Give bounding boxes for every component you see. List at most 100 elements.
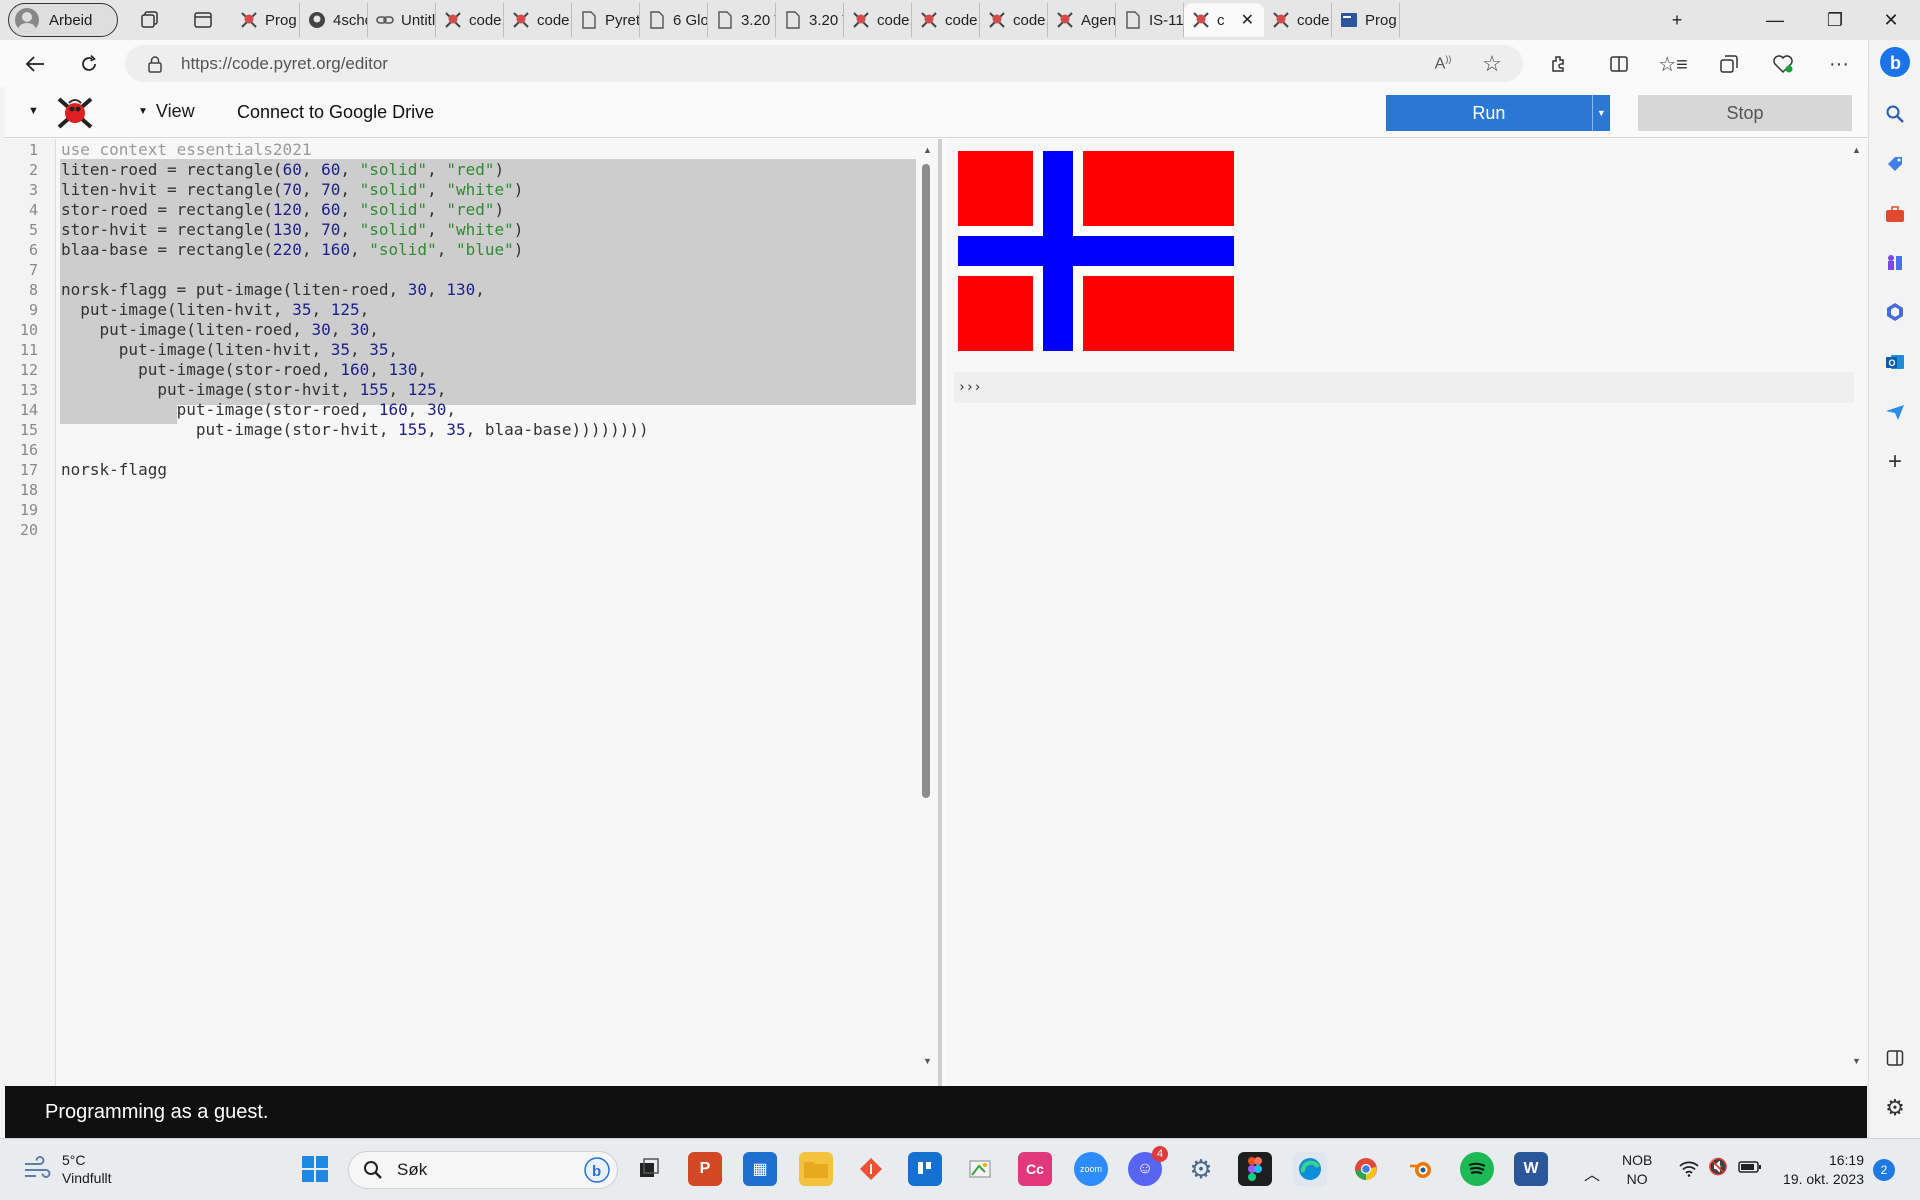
chrome-icon[interactable] (1349, 1152, 1383, 1186)
back-icon[interactable] (20, 50, 50, 78)
code-line[interactable]: put-image(stor-hvit, 155, 35, blaa-base)… (61, 420, 649, 440)
browser-tab[interactable]: IS-11- (1116, 3, 1184, 37)
scroll-up-arrow-icon[interactable]: ▲ (923, 145, 932, 155)
blender-icon[interactable] (1404, 1152, 1438, 1186)
taskbar-search[interactable]: Søk b (348, 1151, 618, 1189)
browser-tab[interactable]: Prog (232, 3, 300, 37)
url-text[interactable]: https://code.pyret.org/editor (181, 54, 388, 74)
volume-muted-icon[interactable]: 🔇 (1708, 1157, 1728, 1177)
code-line[interactable]: put-image(liten-hvit, 35, 125, (61, 300, 369, 320)
url-bar[interactable]: https://code.pyret.org/editor (125, 45, 1523, 82)
browser-tab[interactable]: code. (1264, 3, 1332, 37)
code-line[interactable]: liten-hvit = rectangle(70, 70, "solid", … (61, 180, 523, 200)
settings-gear-icon[interactable]: ⚙ (1879, 1092, 1911, 1124)
paint-icon[interactable] (963, 1152, 997, 1186)
discord-icon[interactable]: ☺ 4 (1128, 1146, 1168, 1186)
browser-tab[interactable]: Untitl (368, 3, 436, 37)
pyret-logo-icon[interactable] (55, 95, 95, 131)
stop-button[interactable]: Stop (1638, 95, 1852, 131)
repl-input[interactable]: ››› (954, 372, 1854, 403)
close-tab-icon[interactable]: ✕ (1241, 10, 1254, 30)
run-options-dropdown-icon[interactable]: ▼ (1591, 95, 1610, 131)
browser-tab[interactable]: Pyret (572, 3, 640, 37)
browser-tab[interactable]: Prog (1332, 3, 1400, 37)
send-icon[interactable] (1879, 396, 1911, 428)
menu-dropdown-icon[interactable]: ▼ (28, 105, 39, 117)
restore-icon[interactable]: ❐ (1810, 0, 1860, 40)
extensions-icon[interactable] (1544, 50, 1574, 78)
browser-tab[interactable]: code. (980, 3, 1048, 37)
more-options-icon[interactable]: ··· (1824, 50, 1854, 78)
add-sidebar-app-icon[interactable]: + (1879, 446, 1911, 478)
zoom-icon[interactable]: zoom (1074, 1152, 1108, 1186)
minimize-icon[interactable]: — (1750, 0, 1800, 40)
weather-widget[interactable]: 5°C Vindfullt (22, 1151, 112, 1187)
code-line[interactable]: norsk-flagg (61, 460, 167, 480)
code-line[interactable]: put-image(stor-hvit, 155, 125, (61, 380, 446, 400)
run-button[interactable]: Run ▼ (1386, 95, 1610, 131)
system-clock[interactable]: 16:19 19. okt. 2023 (1772, 1151, 1864, 1189)
powerpoint-icon[interactable]: P (688, 1152, 722, 1186)
battery-icon[interactable] (1738, 1160, 1762, 1179)
scroll-down-arrow-icon[interactable]: ▼ (923, 1056, 932, 1066)
tools-briefcase-icon[interactable] (1879, 198, 1911, 230)
browser-tab[interactable]: 4scho (300, 3, 368, 37)
microsoft-365-icon[interactable] (1879, 296, 1911, 328)
input-language[interactable]: NOB NO (1622, 1151, 1652, 1189)
git-icon[interactable] (854, 1152, 888, 1186)
code-editor[interactable]: 1 2 3 4 5 6 7 8 9 10 11 12 13 14 15 16 17 18 19 20 use cont… (5, 139, 942, 1086)
figma-icon[interactable] (1238, 1152, 1272, 1186)
code-line[interactable]: liten-roed = rectangle(60, 60, "solid", … (61, 160, 504, 180)
active-browser-tab[interactable]: c ✕ (1184, 3, 1264, 37)
code-line[interactable]: blaa-base = rectangle(220, 160, "solid",… (61, 240, 523, 260)
notification-badge[interactable]: 2 (1873, 1159, 1895, 1181)
windows-start-icon[interactable] (298, 1152, 332, 1186)
code-line[interactable]: put-image(stor-roed, 160, 130, (61, 360, 427, 380)
code-line[interactable]: put-image(liten-hvit, 35, 35, (61, 340, 398, 360)
wifi-icon[interactable] (1678, 1159, 1700, 1182)
browser-tab[interactable]: code. (844, 3, 912, 37)
vertical-tabs-icon[interactable] (188, 6, 218, 34)
outlook-icon[interactable]: O (1879, 346, 1911, 378)
connect-google-drive-button[interactable]: Connect to Google Drive (237, 102, 434, 123)
browser-tab[interactable]: 3.20 T (708, 3, 776, 37)
favorites-icon[interactable]: ☆≡ (1658, 50, 1688, 78)
shopping-tag-icon[interactable] (1879, 148, 1911, 180)
lock-icon[interactable] (147, 55, 163, 73)
split-screen-icon[interactable] (1604, 50, 1634, 78)
trello-icon[interactable] (908, 1152, 942, 1186)
workspaces-icon[interactable] (135, 6, 165, 34)
browser-tab[interactable]: Agen (1048, 3, 1116, 37)
code-line[interactable]: stor-hvit = rectangle(130, 70, "solid", … (61, 220, 523, 240)
search-icon[interactable] (1879, 98, 1911, 130)
code-line[interactable]: use context essentials2021 (61, 140, 311, 160)
new-tab-icon[interactable]: + (1652, 0, 1702, 40)
settings-gear-icon[interactable]: ⚙ (1184, 1152, 1218, 1186)
close-window-icon[interactable]: ✕ (1866, 0, 1916, 40)
code-line[interactable]: put-image(liten-roed, 30, 30, (61, 320, 379, 340)
editor-scrollbar-thumb[interactable] (922, 164, 930, 798)
browser-essentials-icon[interactable] (1768, 50, 1798, 78)
task-view-icon[interactable] (632, 1152, 666, 1186)
profile-button[interactable]: Arbeid (8, 3, 118, 37)
browser-tab[interactable]: code. (436, 3, 504, 37)
edge-icon[interactable] (1293, 1152, 1327, 1186)
code-line[interactable]: put-image(stor-roed, 160, 30, (61, 400, 456, 420)
word-icon[interactable]: W (1514, 1152, 1548, 1186)
browser-tab[interactable]: 6 Glo (640, 3, 708, 37)
code-line[interactable]: stor-roed = rectangle(120, 60, "solid", … (61, 200, 504, 220)
scroll-up-arrow-icon[interactable]: ▲ (1852, 145, 1861, 155)
microsoft-store-icon[interactable]: ▦ (743, 1152, 777, 1186)
copilot-icon[interactable]: b (1879, 46, 1911, 78)
file-explorer-icon[interactable] (799, 1152, 833, 1186)
collections-icon[interactable] (1714, 50, 1744, 78)
read-aloud-icon[interactable]: A)) (1428, 50, 1458, 78)
games-chess-icon[interactable] (1879, 246, 1911, 278)
browser-tab[interactable]: code. (912, 3, 980, 37)
scroll-down-arrow-icon[interactable]: ▼ (1852, 1056, 1861, 1066)
hide-sidebar-icon[interactable] (1879, 1042, 1911, 1074)
browser-tab[interactable]: 3.20 T (776, 3, 844, 37)
code-line[interactable]: norsk-flagg = put-image(liten-roed, 30, … (61, 280, 485, 300)
view-menu[interactable]: ▼ View (138, 101, 195, 122)
spotify-icon[interactable] (1460, 1152, 1494, 1186)
